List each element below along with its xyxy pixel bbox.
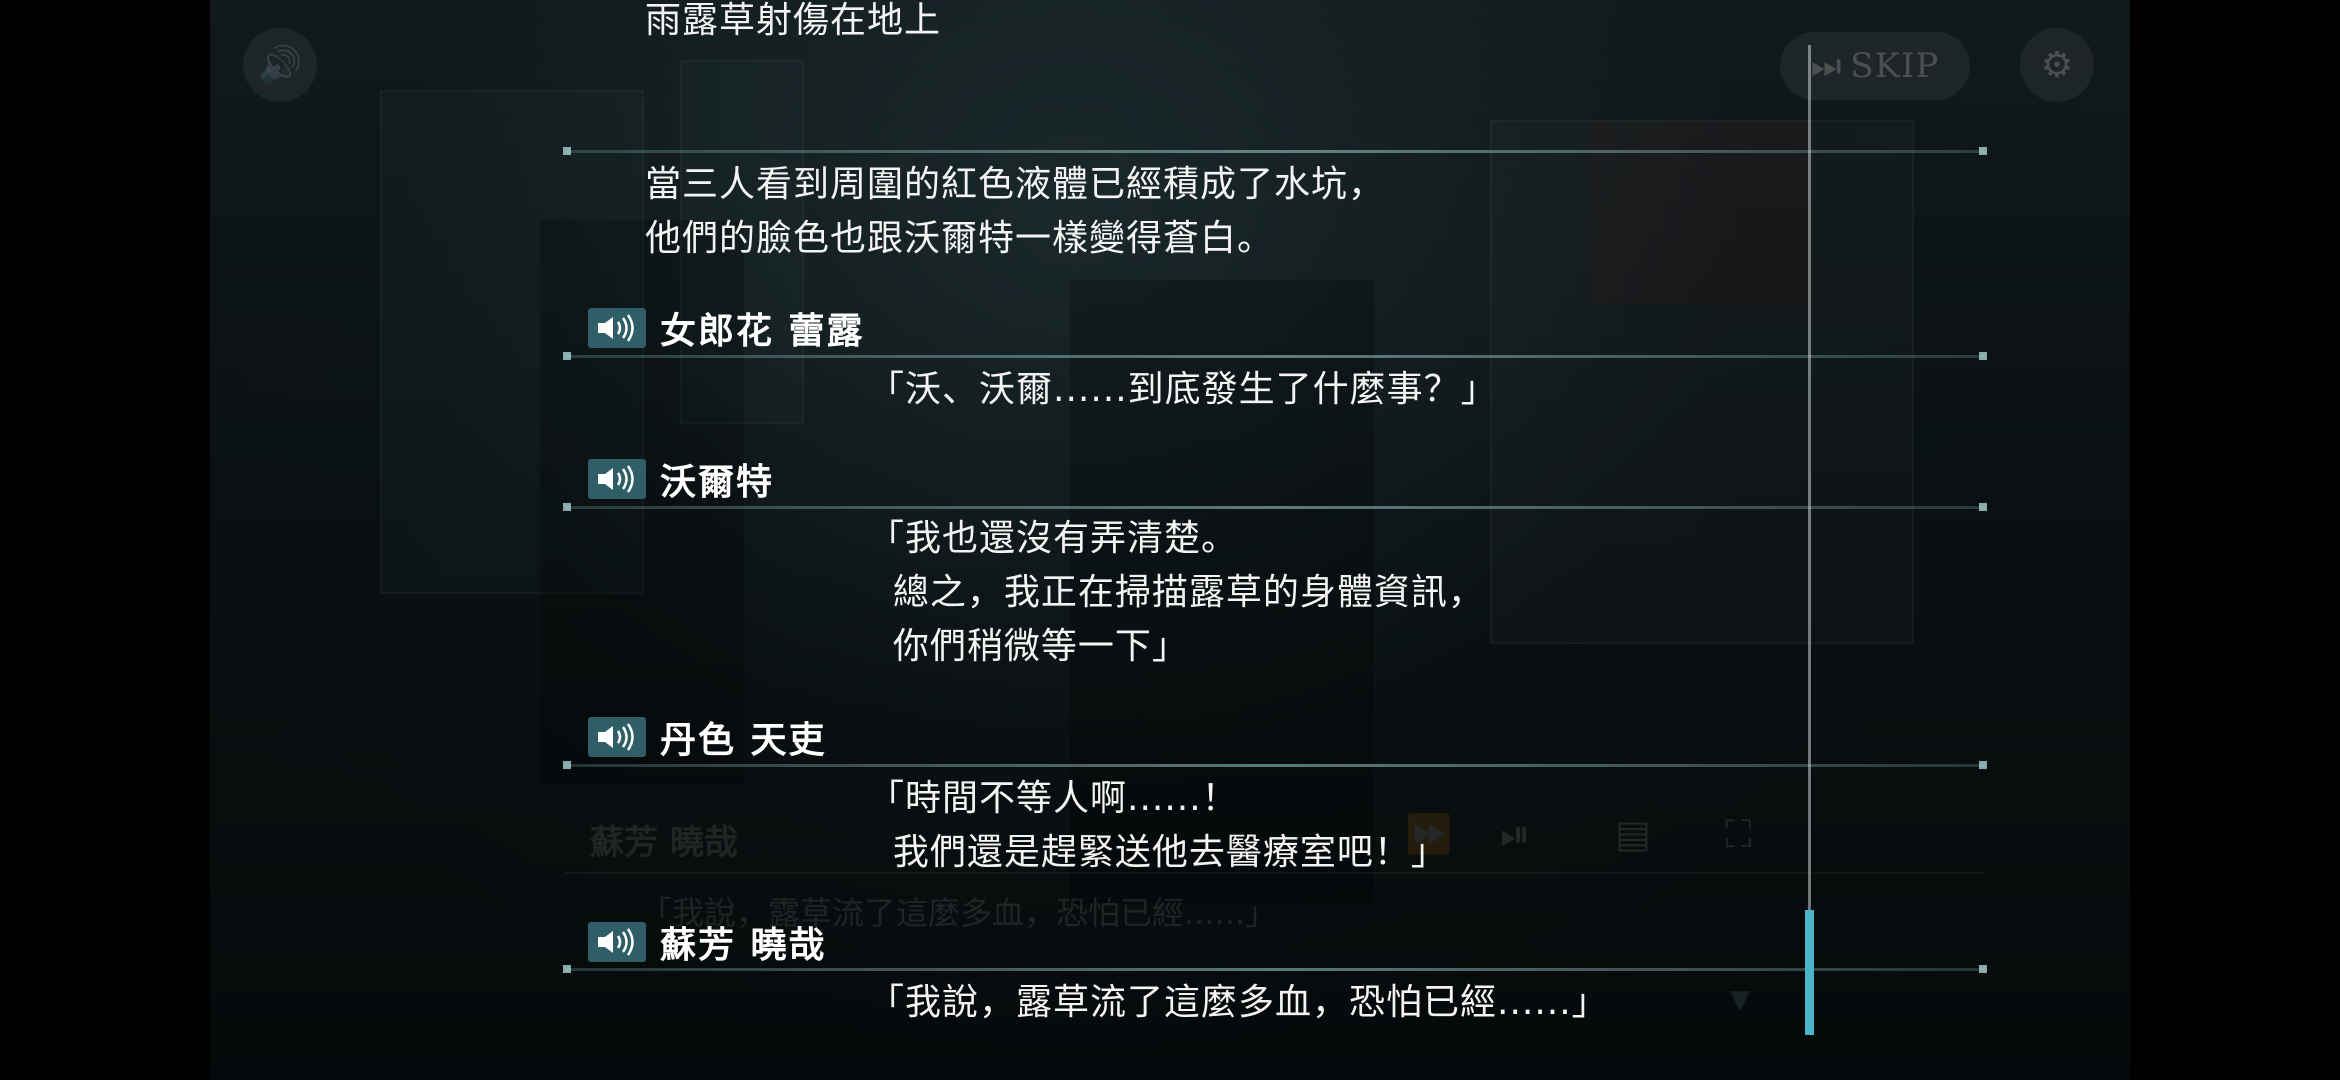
backlog-line: 我們還是趕緊送他去醫療室吧！」 [868,832,1448,873]
backlog-line: 他們的臉色也跟沃爾特一樣變得蒼白。 [645,218,1275,259]
voice-replay-button[interactable] [588,717,646,757]
backlog-line: 「沃、沃爾......到底發生了什麼事？」 [868,369,1498,410]
backlog-separator [563,965,1987,973]
voice-replay-button[interactable] [588,459,646,499]
backlog-line: 當三人看到周圍的紅色液體已經積成了水坑， [645,164,1386,205]
backlog-separator [563,503,1987,511]
speaker-icon [598,723,634,751]
speaker-name: 女郎花 蕾露 [660,310,865,352]
backlog-name-row: 沃爾特 [588,453,774,505]
voice-replay-button[interactable] [588,922,646,962]
voice-replay-button[interactable] [588,308,646,348]
game-stage[interactable]: 蘇芳 曉哉 「我說，露草流了這麼多血，恐怕已經......」 ⏩ ⏯ ▤ ⛶ ▼… [210,0,2130,1080]
speaker-icon [598,465,634,493]
backlog-scroll-track[interactable] [1808,45,1811,1035]
backlog-separator [563,352,1987,360]
backlog-name-row: 女郎花 蕾露 [588,302,865,354]
backlog-line: 總之，我正在掃描露草的身體資訊， [868,572,1485,613]
speaker-name: 蘇芳 曉哉 [660,924,827,966]
backlog-name-row: 蘇芳 曉哉 [588,916,827,968]
backlog-separator [563,147,1987,155]
speaker-name: 丹色 天吏 [660,719,827,761]
speaker-icon [598,928,634,956]
backlog-partial-line: 雨露草射傷在地上 [645,0,942,41]
speaker-icon [598,314,634,342]
backlog-separator [563,761,1987,769]
backlog-scroll-thumb[interactable] [1805,910,1814,1035]
backlog-line: 「我說，露草流了這麼多血，恐怕已經......」 [868,982,1609,1023]
speaker-name: 沃爾特 [660,461,775,503]
backlog-line: 「我也還沒有弄清楚。 [868,518,1239,559]
backlog-line: 「時間不等人啊......！ [868,778,1239,819]
backlog-line: 你們稍微等一下」 [868,626,1189,667]
backlog-name-row: 丹色 天吏 [588,711,827,763]
